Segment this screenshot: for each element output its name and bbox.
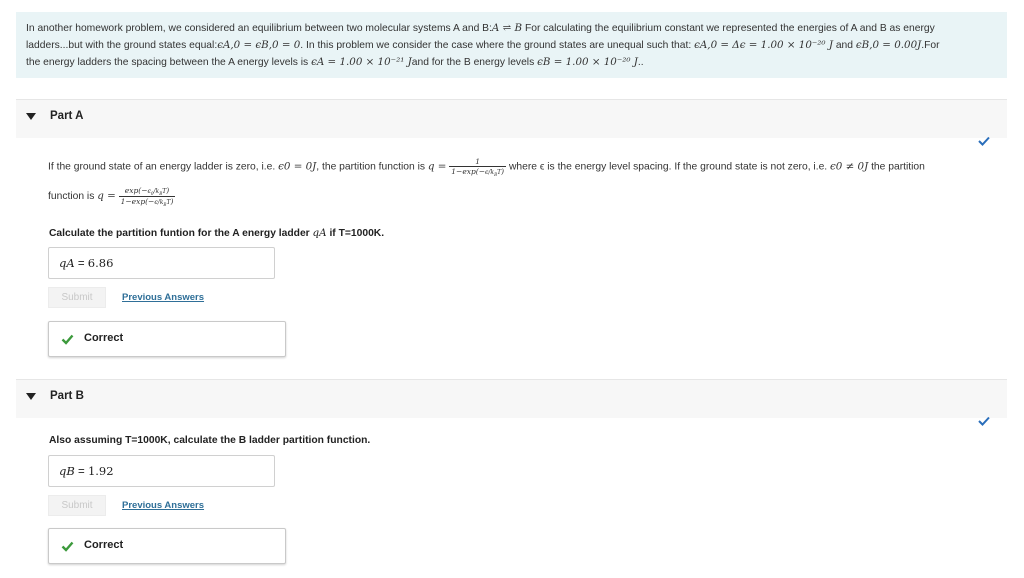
part-b-question: Also assuming T=1000K, calculate the B l… bbox=[49, 435, 371, 446]
previous-answers-link-part-a[interactable]: Previous Answers bbox=[122, 292, 204, 303]
submit-button-part-a[interactable]: Submit bbox=[48, 287, 106, 308]
submit-button-part-b[interactable]: Submit bbox=[48, 495, 106, 516]
correct-feedback-part-b: Correct bbox=[48, 528, 286, 564]
part-a-title: Part A bbox=[50, 110, 84, 122]
answer-value-qb: 1.92 bbox=[87, 464, 114, 478]
collapse-triangle-icon[interactable] bbox=[26, 113, 36, 120]
part-a-question: Calculate the partition funtion for the … bbox=[49, 227, 385, 239]
q-symbol: q = bbox=[427, 160, 447, 173]
answer-field-qa[interactable]: qA = 6.86 bbox=[48, 247, 275, 279]
partition-function-general: function is q = exp(−ϵ0/kBT) 1−exp(−ϵ/kBT… bbox=[48, 186, 176, 208]
q-symbol-2: q = bbox=[97, 190, 116, 203]
correct-check-icon bbox=[61, 541, 74, 552]
part-b-title: Part B bbox=[50, 390, 84, 402]
part-b-header[interactable]: Part B bbox=[16, 379, 1007, 418]
answer-value-qa: 6.86 bbox=[87, 256, 114, 270]
partition-fraction-general: exp(−ϵ0/kBT) 1−exp(−ϵ/kBT) bbox=[118, 186, 176, 208]
correct-check-icon bbox=[61, 334, 74, 345]
collapse-triangle-icon[interactable] bbox=[26, 393, 36, 400]
previous-answers-link-part-b[interactable]: Previous Answers bbox=[122, 500, 204, 511]
answer-field-qb[interactable]: qB = 1.92 bbox=[48, 455, 275, 487]
checkmark-icon bbox=[978, 416, 990, 426]
part-a-header[interactable]: Part A bbox=[16, 99, 1007, 138]
correct-feedback-part-a: Correct bbox=[48, 321, 286, 357]
checkmark-icon bbox=[978, 136, 990, 146]
partition-function-definition: If the ground state of an energy ladder … bbox=[48, 157, 925, 178]
intro-line-1: In another homework problem, we consider… bbox=[26, 22, 935, 34]
partition-fraction-zero: 1 1−exp(−ϵ/kBT) bbox=[449, 157, 507, 178]
reaction-equation: A ⇌ B bbox=[491, 22, 523, 34]
intro-line-2: ladders...but with the ground states equ… bbox=[26, 39, 940, 51]
problem-intro: In another homework problem, we consider… bbox=[16, 12, 1007, 78]
intro-line-3: the energy ladders the spacing between t… bbox=[26, 56, 644, 68]
